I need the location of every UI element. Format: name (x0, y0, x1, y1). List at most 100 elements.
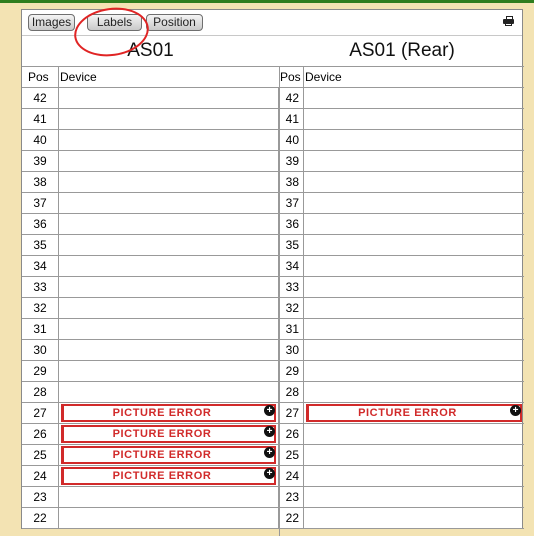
device-slot[interactable] (303, 361, 524, 381)
rack-position-number: 42 (285, 91, 299, 105)
device-slot[interactable] (303, 235, 524, 255)
rack-position-number: 38 (33, 175, 47, 189)
device-slot[interactable] (58, 130, 279, 150)
plus-circle-icon[interactable]: + (510, 405, 521, 416)
device-slot[interactable] (303, 424, 524, 444)
rack-position-number: 37 (285, 196, 299, 210)
device-slot[interactable] (58, 487, 279, 507)
device-slot[interactable] (303, 445, 524, 465)
rack-row: 33 (22, 277, 279, 298)
device-slot[interactable]: PICTURE ERROR + (58, 403, 279, 423)
device-slot[interactable] (58, 508, 279, 528)
device-slot[interactable] (58, 172, 279, 192)
device-slot[interactable] (58, 298, 279, 318)
rack-position-number: 29 (33, 364, 47, 378)
rack-row: 22 (22, 508, 279, 529)
device-tile[interactable]: PICTURE ERROR + (306, 404, 522, 422)
device-slot[interactable] (58, 277, 279, 297)
rack-row: 34 (22, 256, 279, 277)
plus-circle-icon[interactable]: + (264, 468, 275, 479)
device-slot[interactable] (58, 340, 279, 360)
rack-position-number: 34 (33, 259, 47, 273)
device-slot[interactable] (58, 361, 279, 381)
device-slot[interactable] (58, 109, 279, 129)
device-slot[interactable] (303, 277, 524, 297)
device-tile[interactable]: PICTURE ERROR + (61, 425, 276, 443)
device-slot[interactable] (303, 382, 524, 402)
rack-position-number: 23 (33, 490, 47, 504)
position-button[interactable]: Position (146, 14, 203, 31)
rack-row: 23 (280, 487, 524, 508)
rack-row: 29 (280, 361, 524, 382)
rack-position-number: 30 (33, 343, 47, 357)
rack-position-number: 25 (33, 448, 47, 462)
rack-row: 34 (280, 256, 524, 277)
rack-position-number: 38 (285, 175, 299, 189)
rack-position-number: 42 (33, 91, 47, 105)
rack-row: 27 PICTURE ERROR + (22, 403, 279, 424)
rack-row: 26 PICTURE ERROR + (22, 424, 279, 445)
device-slot[interactable] (303, 298, 524, 318)
rack-position-number: 33 (285, 280, 299, 294)
device-slot[interactable] (303, 466, 524, 486)
device-slot[interactable] (58, 235, 279, 255)
rack-row: 39 (22, 151, 279, 172)
toolbar: Images Labels Position (22, 10, 522, 36)
device-slot[interactable] (303, 193, 524, 213)
device-slot[interactable] (303, 109, 524, 129)
device-slot[interactable] (58, 256, 279, 276)
rack-position-number: 26 (33, 427, 47, 441)
device-slot[interactable] (303, 151, 524, 171)
top-accent-bar (0, 0, 534, 3)
rack-row: 36 (280, 214, 524, 235)
rack-position-number: 39 (285, 154, 299, 168)
device-slot[interactable] (303, 172, 524, 192)
device-slot[interactable] (303, 508, 524, 528)
rack-position-number: 32 (33, 301, 47, 315)
device-slot[interactable] (58, 151, 279, 171)
rack-position-number: 26 (285, 427, 299, 441)
labels-button[interactable]: Labels (87, 14, 142, 31)
rack-header-row: Pos Device (22, 67, 279, 88)
device-tile[interactable]: PICTURE ERROR + (61, 404, 276, 422)
plus-circle-icon[interactable]: + (264, 405, 275, 416)
device-tile[interactable]: PICTURE ERROR + (61, 467, 276, 485)
rack-position-number: 24 (285, 469, 299, 483)
device-slot[interactable] (303, 88, 524, 108)
images-button[interactable]: Images (28, 14, 75, 31)
device-slot[interactable] (58, 88, 279, 108)
printer-icon[interactable] (503, 16, 514, 26)
rack-row: 42 (280, 88, 524, 109)
device-slot[interactable]: PICTURE ERROR + (58, 424, 279, 444)
rack-row: 28 (280, 382, 524, 403)
plus-circle-icon[interactable]: + (264, 447, 275, 458)
device-slot[interactable] (303, 487, 524, 507)
device-slot[interactable] (58, 193, 279, 213)
rack-position-number: 27 (285, 406, 299, 420)
rack-position-number: 36 (285, 217, 299, 231)
rack-header-row: Pos Device (280, 67, 524, 88)
rack-position-number: 25 (285, 448, 299, 462)
device-slot[interactable]: PICTURE ERROR + (58, 445, 279, 465)
device-slot[interactable] (58, 214, 279, 234)
rack-position-number: 34 (285, 259, 299, 273)
device-slot[interactable] (303, 256, 524, 276)
device-slot[interactable] (303, 340, 524, 360)
rack-row: 41 (280, 109, 524, 130)
device-slot[interactable] (303, 130, 524, 150)
device-slot[interactable] (303, 214, 524, 234)
device-slot[interactable] (58, 319, 279, 339)
rack-position-number: 31 (33, 322, 47, 336)
rack-position-number: 41 (33, 112, 47, 126)
device-slot[interactable] (58, 382, 279, 402)
rack-row: 30 (22, 340, 279, 361)
device-tile[interactable]: PICTURE ERROR + (61, 446, 276, 464)
rack-row: 39 (280, 151, 524, 172)
rack-row: 40 (280, 130, 524, 151)
rack-row: 32 (22, 298, 279, 319)
rack-position-number: 23 (285, 490, 299, 504)
device-slot[interactable] (303, 319, 524, 339)
device-slot[interactable]: PICTURE ERROR + (58, 466, 279, 486)
plus-circle-icon[interactable]: + (264, 426, 275, 437)
device-slot[interactable]: PICTURE ERROR + (303, 403, 524, 423)
